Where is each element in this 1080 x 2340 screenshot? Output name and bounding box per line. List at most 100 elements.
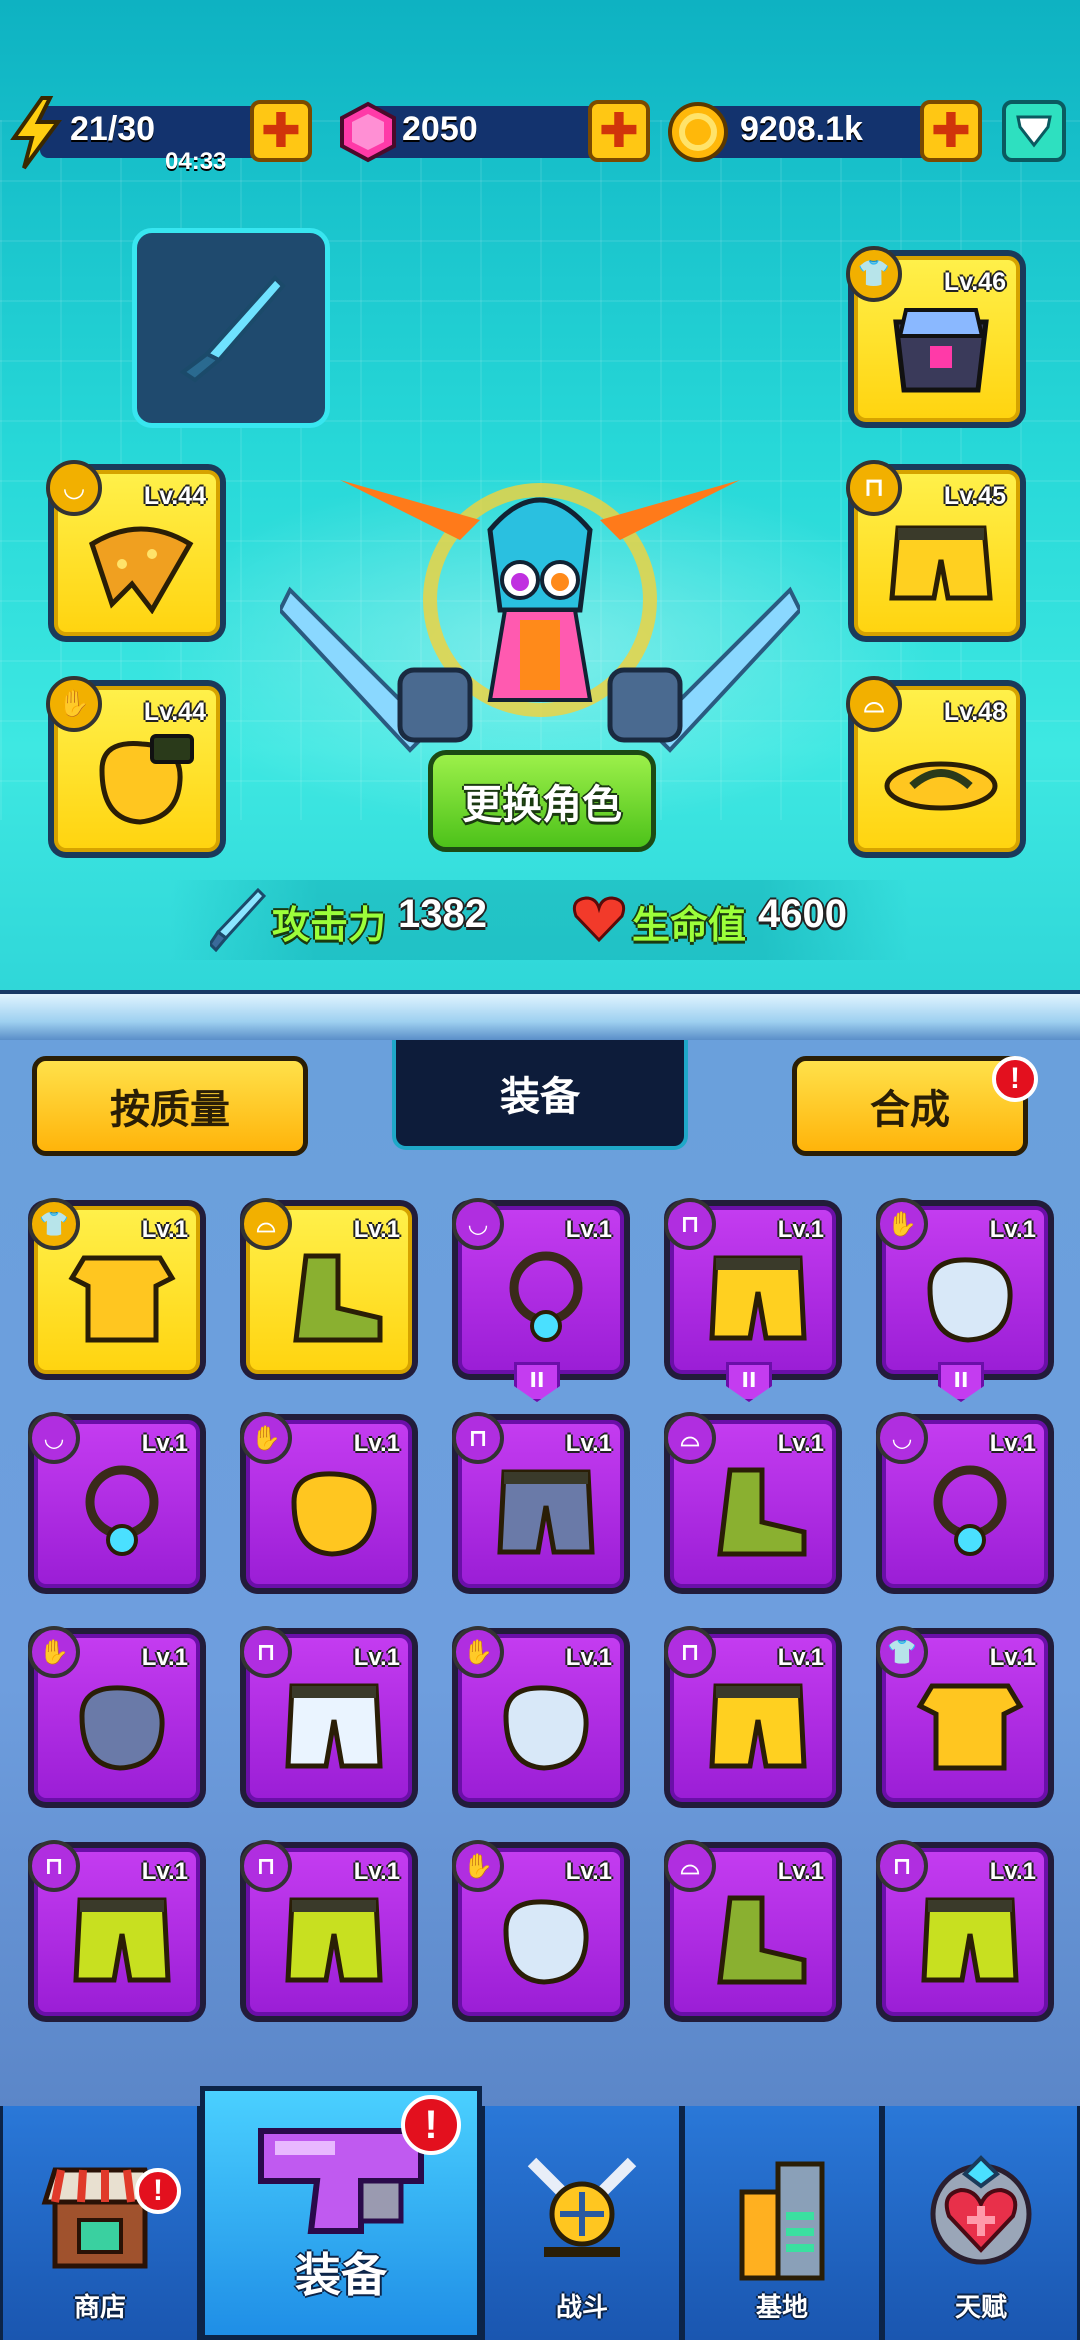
- base-icon: [739, 2161, 825, 2281]
- coins-counter: 9208.1k ✚: [666, 100, 986, 162]
- inventory-item[interactable]: ✋ Lv.1: [452, 1626, 630, 1808]
- nav-battle[interactable]: 战斗: [482, 2106, 682, 2340]
- glove-item-icon: [503, 1899, 589, 1985]
- glove-item-icon: [503, 1685, 589, 1771]
- item-frame: ✋ Lv.1: [240, 1412, 412, 1588]
- shoes-type-icon: ⌓: [664, 1840, 716, 1892]
- shoes-item-icon: [293, 1253, 383, 1343]
- nav-base[interactable]: 基地: [682, 2106, 882, 2340]
- slot-frame: ⊓ Lv.45: [846, 460, 1020, 636]
- item-frame: ⊓ Lv.1: [28, 1840, 200, 2016]
- slot-frame: ◡ Lv.44: [46, 460, 220, 636]
- glove-item-icon: [79, 1685, 165, 1771]
- inventory-item[interactable]: ⊓ Lv.1 II: [664, 1198, 842, 1402]
- item-level: Lv.1: [565, 1644, 612, 1671]
- item-level: Lv.1: [141, 1644, 188, 1671]
- inventory-item[interactable]: ◡ Lv.1: [28, 1412, 206, 1594]
- item-frame: ⌓ Lv.1: [664, 1412, 836, 1588]
- hp-label: 生命值: [632, 903, 747, 947]
- pants-type-icon: ⊓: [240, 1840, 292, 1892]
- pants-item-icon: [285, 1897, 383, 1983]
- equipped-marker: II: [726, 1362, 772, 1402]
- equipped-armor-slot[interactable]: 👕 Lv.46: [846, 246, 1026, 428]
- item-level: Lv.1: [989, 1430, 1036, 1457]
- inventory-item[interactable]: ◡ Lv.1 II: [452, 1198, 630, 1402]
- item-frame: ◡ Lv.1: [452, 1198, 624, 1374]
- inventory-item[interactable]: ⊓ Lv.1: [452, 1412, 630, 1594]
- shop-icon: [41, 2167, 159, 2269]
- inventory-item[interactable]: ⊓ Lv.1: [664, 1626, 842, 1808]
- glove-type-icon: ✋: [876, 1198, 928, 1250]
- item-frame: ⌓ Lv.1: [240, 1198, 412, 1374]
- item-frame: ◡ Lv.1: [28, 1412, 200, 1588]
- weapon-slot[interactable]: [132, 228, 330, 428]
- item-frame: 👕 Lv.1: [28, 1198, 200, 1374]
- inventory-item[interactable]: ⌓ Lv.1: [240, 1198, 418, 1380]
- pants-item-icon: [497, 1469, 595, 1555]
- item-level: Lv.1: [989, 1644, 1036, 1671]
- item-level: Lv.1: [565, 1858, 612, 1885]
- equipped-pants-slot[interactable]: ⊓ Lv.45: [846, 460, 1026, 642]
- inventory-item[interactable]: 👕 Lv.1: [28, 1198, 206, 1380]
- pants-item-icon: [73, 1897, 171, 1983]
- glove-item-icon: [291, 1471, 377, 1557]
- pants-item-icon: [709, 1255, 807, 1341]
- item-level: Lv.1: [565, 1216, 612, 1243]
- glove-type-icon: ✋: [452, 1626, 504, 1678]
- inventory-item[interactable]: ⌓ Lv.1: [664, 1840, 842, 2022]
- bandana-icon: [88, 526, 194, 614]
- inventory-item[interactable]: ✋ Lv.1: [452, 1840, 630, 2022]
- inventory-item[interactable]: ✋ Lv.1: [28, 1626, 206, 1808]
- nav-label: 战斗: [555, 2293, 608, 2323]
- coin-icon: [668, 102, 728, 162]
- equipped-shoes-slot[interactable]: ⌓ Lv.48: [846, 676, 1026, 858]
- inventory-item[interactable]: ⊓ Lv.1: [28, 1840, 206, 2022]
- inventory-item[interactable]: ⌓ Lv.1: [664, 1412, 842, 1594]
- nav-shop[interactable]: 商店 !: [0, 2106, 200, 2340]
- equipped-glove-slot[interactable]: ✋ Lv.44: [46, 676, 226, 858]
- lightning-icon: [10, 96, 62, 170]
- change-character-button[interactable]: 更换角色: [428, 750, 656, 852]
- talent-icon: [930, 2155, 1032, 2265]
- equipped-necklace-slot[interactable]: ◡ Lv.44: [46, 460, 226, 642]
- shoes-item-icon: [717, 1895, 807, 1985]
- shoes-type-icon: ⌓: [240, 1198, 292, 1250]
- item-frame: ⊓ Lv.1: [664, 1198, 836, 1374]
- pants-type-icon: ⊓: [240, 1626, 292, 1678]
- energy-plus-button[interactable]: ✚: [250, 100, 312, 162]
- gems-plus-button[interactable]: ✚: [588, 100, 650, 162]
- crystal-armor-icon: [893, 308, 989, 393]
- inventory-item[interactable]: ✋ Lv.1 II: [876, 1198, 1054, 1402]
- shoes-type-icon: ⌓: [664, 1412, 716, 1464]
- attack-label: 攻击力: [272, 903, 387, 947]
- slot-level: Lv.44: [143, 698, 206, 726]
- nav-equipment[interactable]: 装备 !: [200, 2086, 482, 2340]
- necklace-type-icon: ◡: [46, 460, 102, 516]
- hp-value: 4600: [758, 892, 847, 936]
- inventory-item[interactable]: ✋ Lv.1: [240, 1412, 418, 1594]
- inventory-item[interactable]: ⊓ Lv.1: [240, 1626, 418, 1808]
- vip-shield-button[interactable]: [1002, 100, 1066, 162]
- equipment-alert-badge: !: [401, 2095, 461, 2155]
- item-level: Lv.1: [141, 1430, 188, 1457]
- pants-type-icon: ⊓: [846, 460, 902, 516]
- inventory-item[interactable]: ◡ Lv.1: [876, 1412, 1054, 1594]
- energy-counter: 21/30 ✚: [10, 96, 312, 170]
- item-frame: ⌓ Lv.1: [664, 1840, 836, 2016]
- tab-equipment[interactable]: 装备: [392, 1040, 688, 1150]
- slot-frame: 👕 Lv.46: [846, 246, 1020, 422]
- pants-type-icon: ⊓: [28, 1840, 80, 1892]
- inventory-item[interactable]: ⊓ Lv.1: [240, 1840, 418, 2022]
- pants-type-icon: ⊓: [664, 1626, 716, 1678]
- coins-plus-button[interactable]: ✚: [920, 100, 982, 162]
- coins-value: 9208.1k: [740, 110, 863, 148]
- nav-label: 天赋: [954, 2293, 1007, 2323]
- nav-talent[interactable]: 天赋: [882, 2106, 1080, 2340]
- item-frame: ◡ Lv.1: [876, 1412, 1048, 1588]
- character-avatar: [280, 480, 800, 753]
- necklace-type-icon: ◡: [28, 1412, 80, 1464]
- sort-by-quality-button[interactable]: 按质量: [32, 1056, 308, 1156]
- inventory-item[interactable]: 👕 Lv.1: [876, 1626, 1054, 1808]
- item-frame: ⊓ Lv.1: [240, 1626, 412, 1802]
- inventory-item[interactable]: ⊓ Lv.1: [876, 1840, 1054, 2022]
